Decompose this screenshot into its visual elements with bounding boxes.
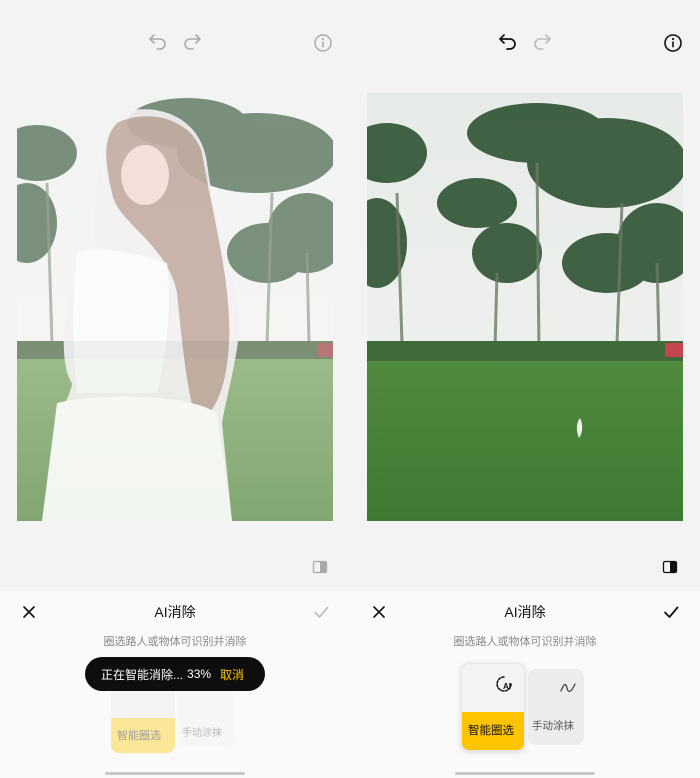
top-toolbar xyxy=(0,0,350,80)
sheet-title: AI消除 xyxy=(154,604,196,620)
home-indicator xyxy=(105,772,245,775)
ai-erase-sheet: AI消除 圈选路人或物体可识别并消除 AI 智能圈选 手动涂抹 xyxy=(350,591,700,778)
photo-canvas[interactable] xyxy=(17,93,333,521)
info-icon[interactable] xyxy=(662,32,684,54)
confirm-check-icon[interactable] xyxy=(660,601,682,623)
toast-text: 正在智能消除... xyxy=(101,667,184,682)
sheet-hint: 圈选路人或物体可识别并消除 xyxy=(453,636,597,648)
progress-toast: 正在智能消除... 33% 取消 xyxy=(85,657,265,691)
home-indicator xyxy=(455,772,595,775)
compare-icon[interactable] xyxy=(661,558,679,576)
confirm-check-icon[interactable] xyxy=(310,601,332,623)
undo-icon[interactable] xyxy=(147,30,169,52)
tool-label: 手动涂抹 xyxy=(532,720,574,732)
sheet-title: AI消除 xyxy=(504,604,546,620)
top-toolbar xyxy=(350,0,700,80)
ai-lasso-icon: AI xyxy=(496,674,516,694)
svg-text:AI: AI xyxy=(503,682,511,691)
editor-panel-result: AI消除 圈选路人或物体可识别并消除 AI 智能圈选 手动涂抹 xyxy=(350,0,700,778)
tool-label: 智能圈选 xyxy=(117,730,161,742)
compare-icon[interactable] xyxy=(311,558,329,576)
info-icon[interactable] xyxy=(312,32,334,54)
redo-icon[interactable] xyxy=(531,30,553,52)
photo-canvas[interactable] xyxy=(367,93,683,521)
progress-percent: 33% xyxy=(187,667,212,681)
cancel-button[interactable]: 取消 xyxy=(220,666,244,683)
tool-smart-select[interactable]: AI 智能圈选 xyxy=(461,663,525,751)
tool-label: 手动涂抹 xyxy=(182,728,222,739)
sheet-hint: 圈选路人或物体可识别并消除 xyxy=(103,636,247,648)
undo-icon[interactable] xyxy=(497,30,519,52)
tool-manual-brush[interactable]: 手动涂抹 xyxy=(528,669,584,745)
brush-icon xyxy=(560,681,576,695)
tool-label: 智能圈选 xyxy=(468,725,514,737)
redo-icon[interactable] xyxy=(181,30,203,52)
